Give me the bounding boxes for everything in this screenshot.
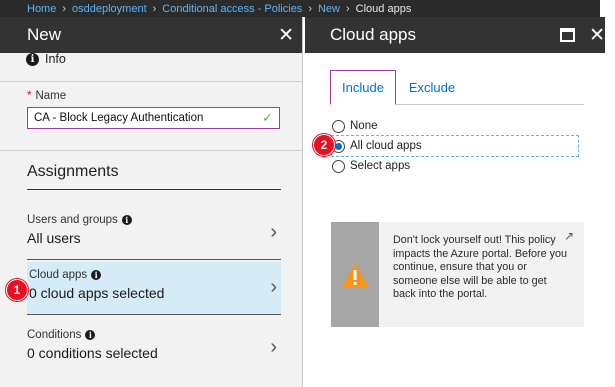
info-icon: i	[85, 330, 96, 340]
include-exclude-tabs: Include Exclude	[330, 70, 584, 105]
checkmark-icon: ✓	[262, 110, 273, 125]
cloud-apps-value: 0 cloud apps selected	[29, 285, 165, 301]
users-and-groups-item[interactable]: Users and groups i All users ›	[27, 207, 281, 260]
chevron-right-icon: ›	[270, 336, 277, 358]
radio-none[interactable]: None	[332, 116, 578, 136]
cloud-apps-radio-group: None All cloud apps Select apps	[331, 116, 579, 176]
radio-all-cloud-apps-label: All cloud apps	[350, 140, 422, 152]
warning-sidebar	[331, 222, 379, 327]
warning-text: Don't lock yourself out! This policy imp…	[379, 222, 584, 327]
breadcrumb-separator: ›	[346, 2, 350, 15]
required-asterisk: *	[27, 90, 32, 102]
info-link[interactable]: i Info	[26, 52, 66, 66]
conditions-item[interactable]: Conditions i 0 conditions selected ›	[27, 322, 281, 375]
conditions-value: 0 conditions selected	[27, 345, 158, 361]
divider	[0, 150, 302, 151]
divider	[0, 81, 302, 82]
breadcrumb-policies[interactable]: Conditional access - Policies	[162, 3, 302, 15]
users-and-groups-label: Users and groups	[27, 214, 118, 226]
cloud-apps-item[interactable]: Cloud apps i 0 cloud apps selected ›	[27, 262, 281, 315]
breadcrumb: Home › osddeployment › Conditional acces…	[0, 0, 600, 17]
breadcrumb-current: Cloud apps	[355, 2, 412, 15]
info-icon: i	[121, 215, 132, 225]
assignments-heading: Assignments	[27, 163, 119, 180]
breadcrumb-osddeployment[interactable]: osddeployment	[72, 3, 147, 15]
conditions-label: Conditions	[27, 329, 82, 341]
breadcrumb-separator: ›	[308, 2, 312, 15]
maximize-icon[interactable]	[560, 28, 576, 42]
breadcrumb-separator: ›	[62, 2, 67, 15]
name-field-label: * Name	[27, 90, 67, 102]
new-blade-header: New ✕	[0, 17, 302, 53]
name-field-value: CA - Block Legacy Authentication	[34, 112, 204, 124]
warning-icon	[342, 262, 368, 287]
external-link-icon[interactable]: ↗	[564, 229, 574, 244]
close-icon[interactable]: ✕	[278, 26, 294, 45]
cloud-apps-label: Cloud apps	[29, 269, 88, 281]
warning-message: Don't lock yourself out! This policy imp…	[393, 234, 568, 300]
info-icon: i	[91, 270, 102, 280]
breadcrumb-new[interactable]: New	[318, 3, 340, 15]
lockout-warning: Don't lock yourself out! This policy imp…	[331, 222, 584, 327]
info-icon: i	[26, 52, 39, 66]
info-label: Info	[45, 52, 66, 66]
radio-none-label: None	[350, 120, 378, 132]
breadcrumb-separator: ›	[152, 2, 157, 15]
radio-select-apps-label: Select apps	[350, 160, 411, 172]
callout-badge-1: 1	[6, 279, 28, 301]
tab-exclude[interactable]: Exclude	[402, 70, 462, 105]
close-icon[interactable]: ✕	[589, 26, 605, 45]
chevron-right-icon: ›	[270, 221, 277, 243]
radio-select-apps[interactable]: Select apps	[332, 156, 578, 176]
radio-all-cloud-apps[interactable]: All cloud apps	[331, 135, 579, 157]
cloud-apps-blade-title: Cloud apps	[330, 25, 417, 44]
users-and-groups-value: All users	[27, 230, 81, 246]
assignments-underline	[27, 189, 281, 190]
name-field[interactable]: CA - Block Legacy Authentication ✓	[27, 107, 280, 129]
tab-include[interactable]: Include	[330, 70, 396, 105]
callout-badge-2: 2	[313, 134, 335, 156]
radio-button[interactable]	[332, 119, 345, 133]
radio-button[interactable]	[332, 159, 345, 173]
new-blade-title: New	[27, 25, 62, 44]
breadcrumb-home[interactable]: Home	[27, 3, 56, 15]
cloud-apps-blade-header: Cloud apps ✕	[305, 17, 605, 53]
chevron-right-icon: ›	[270, 276, 277, 298]
